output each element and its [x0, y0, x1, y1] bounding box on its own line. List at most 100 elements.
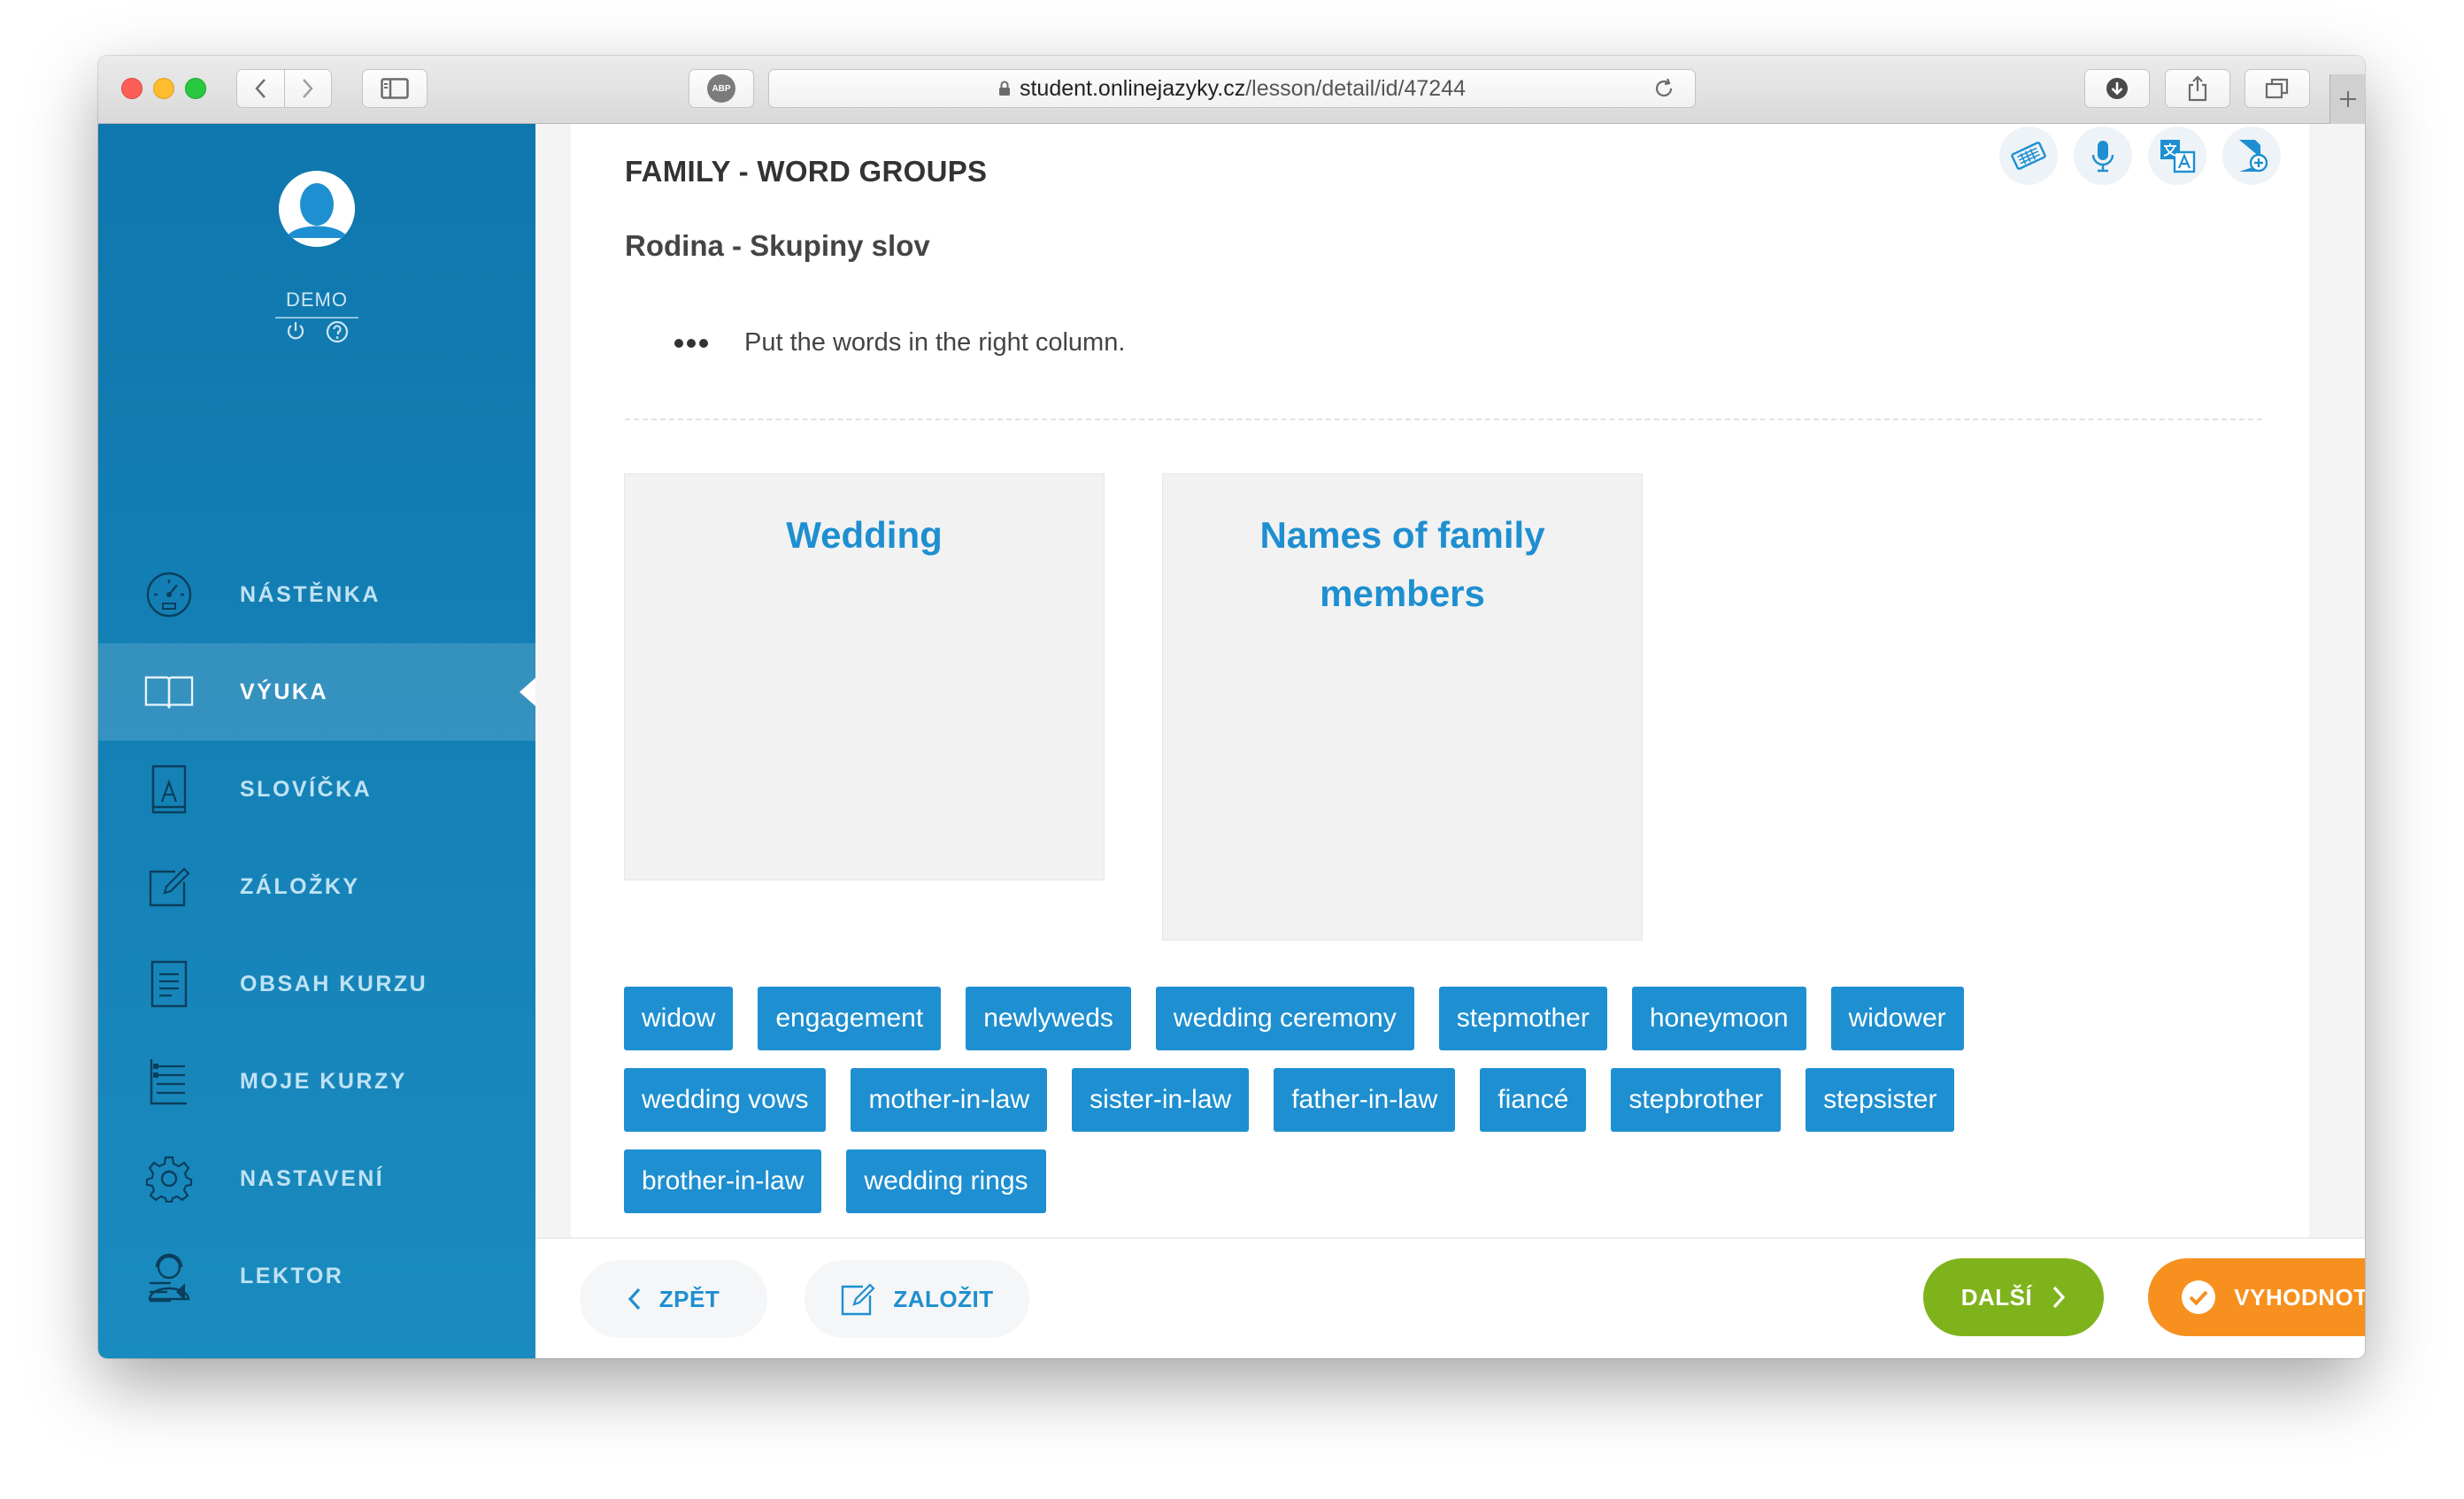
word-bank: widow engagement newlyweds wedding cerem… [624, 987, 2306, 1231]
word-row: brother-in-law wedding rings [624, 1149, 2306, 1213]
word-chip[interactable]: wedding vows [624, 1068, 827, 1132]
sidebar-item-my-courses[interactable]: MOJE KURZY [98, 1033, 535, 1130]
sidebar-item-label: SLOVÍČKA [240, 776, 373, 802]
add-note-icon [2239, 140, 2268, 173]
settings-gear-icon [144, 1154, 194, 1203]
sidebar-toggle-button[interactable] [362, 69, 427, 108]
download-icon [2106, 78, 2128, 99]
share-icon [2188, 75, 2207, 102]
share-button[interactable] [2165, 69, 2230, 108]
more-options-icon[interactable] [674, 337, 709, 353]
word-chip[interactable]: wedding rings [846, 1149, 1046, 1213]
word-chip[interactable]: stepmother [1438, 987, 1607, 1050]
word-chip[interactable]: father-in-law [1274, 1068, 1456, 1132]
minimize-window-button[interactable] [153, 78, 174, 99]
evaluate-label: VYHODNOTIT [2234, 1283, 2365, 1311]
back-label: ZPĚT [658, 1285, 720, 1312]
bookmark-button[interactable]: ZALOŽIT [805, 1260, 1029, 1338]
drop-column-wedding[interactable]: Wedding [624, 473, 1105, 880]
collapse-menu-icon[interactable] [148, 1280, 187, 1308]
sidebar-item-teaching[interactable]: VÝUKA [98, 643, 535, 741]
back-button[interactable]: ZPĚT [580, 1260, 767, 1338]
new-tab-button[interactable] [2329, 74, 2365, 124]
word-chip[interactable]: newlyweds [966, 987, 1131, 1050]
user-actions [275, 320, 358, 348]
show-tabs-button[interactable] [2245, 69, 2310, 108]
forward-nav-button[interactable] [284, 70, 331, 107]
microphone-icon [2091, 141, 2114, 173]
word-row: wedding vows mother-in-law sister-in-law… [624, 1068, 2306, 1132]
dashboard-icon [144, 570, 194, 619]
my-courses-icon [144, 1057, 194, 1106]
lesson-title: FAMILY - WORD GROUPS [625, 155, 988, 188]
section-divider [625, 419, 2262, 420]
sidebar-item-label: OBSAH KURZU [240, 971, 428, 996]
word-chip[interactable]: widow [624, 987, 734, 1050]
exercise-instruction: Put the words in the right column. [744, 328, 1126, 357]
plus-icon [2339, 91, 2356, 107]
lesson-tools [1999, 127, 2281, 185]
word-chip[interactable]: mother-in-law [851, 1068, 1048, 1132]
close-window-button[interactable] [121, 78, 142, 99]
keyboard-tool-button[interactable] [1999, 127, 2058, 185]
sidebar-item-course-content[interactable]: OBSAH KURZU [98, 935, 535, 1033]
next-label: DALŠÍ [1960, 1283, 2033, 1311]
word-row: widow engagement newlyweds wedding cerem… [624, 987, 2306, 1050]
keyboard-icon [2011, 142, 2046, 170]
help-icon[interactable] [326, 320, 349, 348]
back-nav-button[interactable] [237, 70, 284, 107]
sidebar-item-settings[interactable]: NASTAVENÍ [98, 1130, 535, 1227]
chevron-right-icon [302, 79, 313, 98]
address-bar[interactable]: student.onlinejazyky.cz/lesson/detail/id… [768, 69, 1696, 108]
downloads-button[interactable] [2084, 69, 2150, 108]
word-chip[interactable]: wedding ceremony [1155, 987, 1414, 1050]
sidebar-item-label: VÝUKA [240, 679, 329, 704]
sidebar-icon [381, 78, 409, 99]
word-chip[interactable]: fiancé [1480, 1068, 1587, 1132]
chevron-left-icon [628, 1287, 642, 1311]
browser-toolbar: ABP student.onlinejazyky.cz/lesson/detai… [98, 56, 2365, 124]
logout-icon[interactable] [286, 320, 305, 348]
column-heading: Names of family members [1259, 514, 1545, 614]
evaluate-button[interactable]: VYHODNOTIT [2148, 1258, 2365, 1336]
sidebar-item-vocabulary[interactable]: SLOVÍČKA [98, 741, 535, 838]
sidebar-item-bookmarks[interactable]: ZÁLOŽKY [98, 838, 535, 935]
microphone-tool-button[interactable] [2074, 127, 2132, 185]
sidebar-item-label: NÁSTĚNKA [240, 581, 381, 607]
word-chip[interactable]: widower [1830, 987, 1964, 1050]
check-circle-icon [2181, 1280, 2216, 1315]
sidebar-item-tutor[interactable]: LEKTOR [98, 1227, 535, 1325]
word-chip[interactable]: stepsister [1806, 1068, 1955, 1132]
reload-icon[interactable] [1652, 77, 1675, 100]
tabs-icon [2265, 78, 2289, 99]
word-chip[interactable]: stepbrother [1611, 1068, 1782, 1132]
adblock-icon: ABP [707, 74, 735, 103]
course-content-icon [144, 959, 194, 1009]
column-heading: Wedding [786, 514, 943, 556]
word-chip[interactable]: brother-in-law [624, 1149, 822, 1213]
word-chip[interactable]: engagement [758, 987, 942, 1050]
browser-window: ABP student.onlinejazyky.cz/lesson/detai… [98, 56, 2365, 1358]
word-chip[interactable]: sister-in-law [1072, 1068, 1250, 1132]
sidebar-item-dashboard[interactable]: NÁSTĚNKA [98, 546, 535, 643]
vocabulary-icon [144, 765, 194, 814]
zoom-window-button[interactable] [185, 78, 206, 99]
lock-icon [998, 81, 1010, 96]
word-chip[interactable]: honeymoon [1631, 987, 1806, 1050]
book-icon [144, 667, 194, 717]
sidebar-item-label: LEKTOR [240, 1263, 344, 1288]
translate-icon [2160, 140, 2196, 173]
sidebar-item-label: ZÁLOŽKY [240, 873, 360, 899]
url-host: student.onlinejazyky.cz [1019, 75, 1246, 101]
adblock-button[interactable]: ABP [689, 69, 754, 108]
history-nav [236, 69, 332, 108]
avatar[interactable] [279, 171, 355, 247]
add-note-tool-button[interactable] [2222, 127, 2281, 185]
username[interactable]: DEMO [275, 288, 358, 319]
bookmark-edit-icon [144, 862, 194, 911]
sidebar-item-label: MOJE KURZY [240, 1068, 407, 1094]
translate-tool-button[interactable] [2148, 127, 2206, 185]
sidebar-menu: NÁSTĚNKA VÝUKA SLOVÍČKA ZÁLOŽKY OBSAH KU… [98, 546, 535, 1325]
drop-column-family-members[interactable]: Names of family members [1162, 473, 1643, 941]
next-button[interactable]: DALŠÍ [1923, 1258, 2104, 1336]
